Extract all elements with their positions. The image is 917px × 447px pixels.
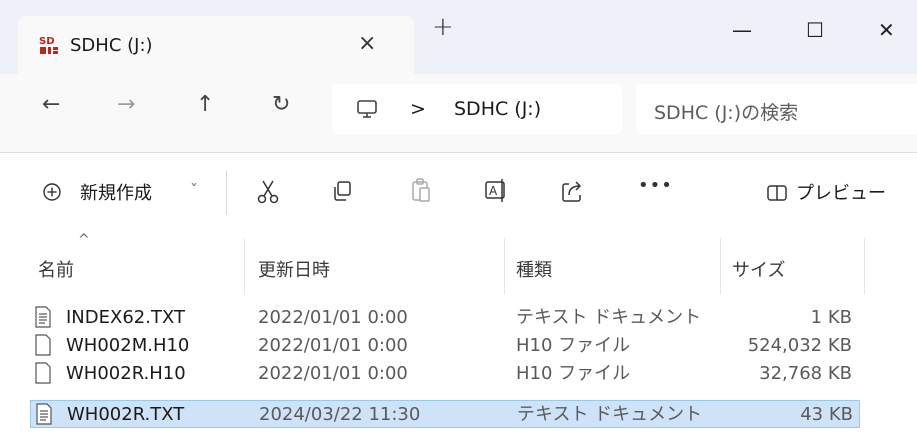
svg-text:SD: SD <box>39 36 55 47</box>
file-name: WH002M.H10 <box>66 335 190 356</box>
column-header-row: ^ 名前 更新日時 種類 サイズ <box>0 232 917 294</box>
preview-pane-icon <box>767 185 787 201</box>
file-size: 524,032 KB <box>747 335 852 356</box>
share-icon[interactable] <box>560 178 584 204</box>
file-modified: 2022/01/01 0:00 <box>258 363 408 384</box>
up-button[interactable]: ↑ <box>196 92 214 117</box>
file-row[interactable]: INDEX62.TXT 2022/01/01 0:00 テキスト ドキュメント 1 K… <box>30 304 860 332</box>
new-button[interactable]: 新規作成 ˇ <box>42 153 207 239</box>
file-name: WH002R.H10 <box>66 363 186 384</box>
column-header-size[interactable]: サイズ <box>732 256 785 282</box>
sort-ascending-icon: ^ <box>78 232 90 248</box>
column-header-type[interactable]: 種類 <box>516 256 552 282</box>
svg-text:A: A <box>489 184 498 198</box>
refresh-button[interactable]: ↻ <box>272 92 290 117</box>
text-document-icon <box>36 403 52 425</box>
maximize-button[interactable]: ☐ <box>806 18 824 42</box>
cut-icon[interactable] <box>256 179 280 205</box>
column-resize-handle[interactable] <box>864 238 865 294</box>
preview-label: プレビュー <box>796 183 886 204</box>
file-size: 43 KB <box>800 404 853 425</box>
breadcrumb-location[interactable]: SDHC (J:) <box>454 98 541 120</box>
more-options-button[interactable]: ••• <box>638 175 673 196</box>
sd-card-icon: SD <box>39 36 58 54</box>
column-resize-handle[interactable] <box>720 238 721 294</box>
new-label: 新規作成 <box>80 183 152 204</box>
rename-icon[interactable]: A <box>484 177 510 205</box>
file-type: H10 ファイル <box>516 335 631 356</box>
new-tab-button[interactable]: + <box>432 12 454 42</box>
file-row[interactable]: WH002M.H10 2022/01/01 0:00 H10 ファイル 524,032… <box>30 332 860 360</box>
divider <box>226 171 227 215</box>
file-size: 32,768 KB <box>759 363 852 384</box>
tab-title: SDHC (J:) <box>70 35 153 56</box>
chevron-down-icon: ˇ <box>190 181 198 200</box>
file-name: INDEX62.TXT <box>66 307 185 328</box>
file-modified: 2022/01/01 0:00 <box>258 307 408 328</box>
file-type: H10 ファイル <box>516 363 631 384</box>
back-button[interactable]: ← <box>42 92 60 117</box>
command-bar: 新規作成 ˇ A ••• プレビュー <box>0 152 917 239</box>
minimize-button[interactable]: — <box>732 18 752 42</box>
close-window-button[interactable]: ✕ <box>878 18 895 42</box>
column-header-name[interactable]: 名前 <box>38 256 74 282</box>
column-resize-handle[interactable] <box>244 238 245 294</box>
file-row[interactable]: WH002R.H10 2022/01/01 0:00 H10 ファイル 32,768 … <box>30 360 860 388</box>
search-input[interactable]: SDHC (J:)の検索 <box>636 84 917 134</box>
search-placeholder: SDHC (J:)の検索 <box>654 102 799 124</box>
file-row[interactable]: WH002R.TXT 2024/03/22 11:30 テキスト ドキュメント 43 … <box>30 400 860 428</box>
plus-circle-icon <box>43 183 61 201</box>
blank-file-icon <box>35 362 51 384</box>
computer-icon <box>357 100 377 118</box>
text-document-icon <box>35 306 51 328</box>
breadcrumb-separator[interactable]: > <box>410 98 426 120</box>
column-resize-handle[interactable] <box>504 238 505 294</box>
tab-sdhc[interactable]: SD SDHC (J:) × <box>18 16 414 74</box>
file-modified: 2024/03/22 11:30 <box>259 404 421 425</box>
file-type: テキスト ドキュメント <box>517 404 703 425</box>
file-name: WH002R.TXT <box>67 404 185 425</box>
title-bar: SD SDHC (J:) × + — ☐ ✕ <box>0 0 917 74</box>
column-header-modified[interactable]: 更新日時 <box>258 256 330 282</box>
paste-icon[interactable] <box>410 177 432 205</box>
forward-button[interactable]: → <box>117 92 135 117</box>
blank-file-icon <box>35 334 51 356</box>
tab-close-icon[interactable]: × <box>358 31 376 56</box>
file-type: テキスト ドキュメント <box>516 307 702 328</box>
navigation-bar: ← → ↑ ↻ > SDHC (J:) SDHC (J:)の検索 <box>0 74 917 152</box>
address-bar[interactable]: > SDHC (J:) <box>332 84 622 134</box>
copy-icon[interactable] <box>330 179 354 203</box>
file-modified: 2022/01/01 0:00 <box>258 335 408 356</box>
preview-button[interactable]: プレビュー <box>766 153 917 239</box>
file-size: 1 KB <box>810 307 852 328</box>
